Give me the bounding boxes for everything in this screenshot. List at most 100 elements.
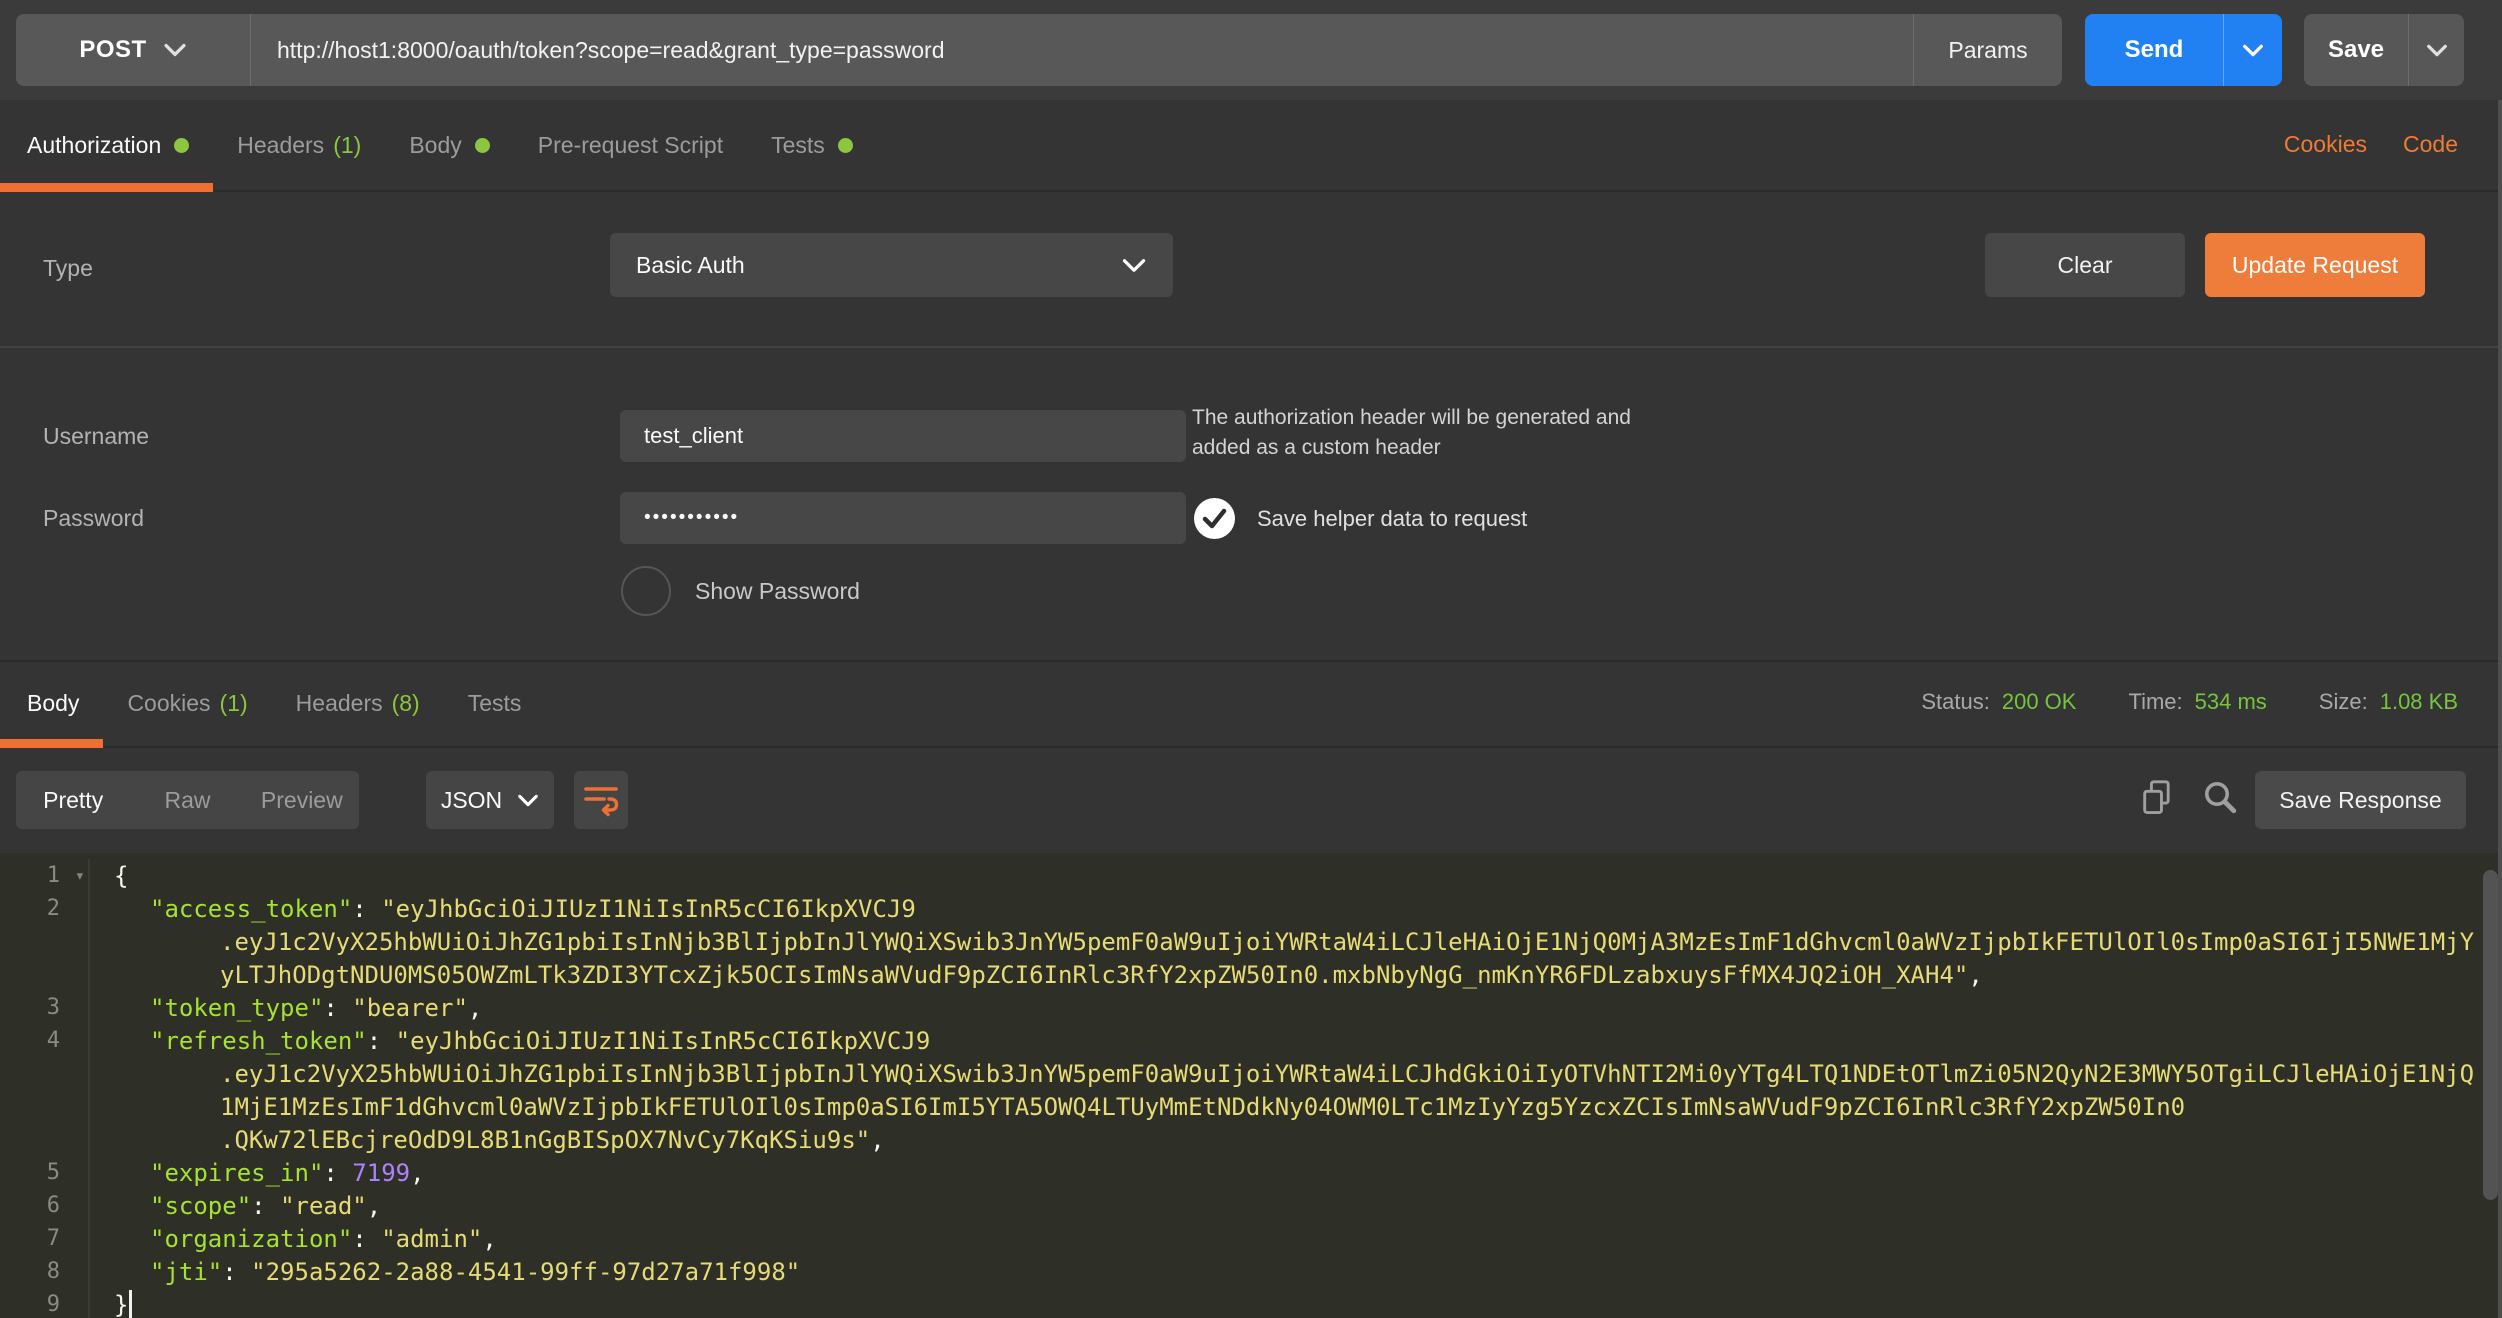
chevron-down-icon	[2426, 44, 2448, 57]
save-response-button[interactable]: Save Response	[2255, 771, 2466, 829]
code-line: 1▾{	[0, 859, 2502, 892]
show-password-toggle[interactable]: Show Password	[621, 566, 860, 616]
tab-count: (1)	[220, 690, 248, 717]
response-tab-headers[interactable]: Headers (8)	[272, 660, 444, 746]
show-password-label: Show Password	[695, 578, 860, 605]
params-button[interactable]: Params	[1913, 14, 2062, 86]
code-line-content: .eyJ1c2VyX25hbWUiOiJhZG1pbiIsInNjb3BlIjp…	[90, 1060, 2474, 1088]
status-label: Status:	[1921, 689, 1989, 715]
chevron-down-icon	[1121, 258, 1173, 273]
code-line-content: {	[90, 862, 128, 890]
code-line-content: "organization": "admin",	[90, 1225, 497, 1253]
checkbox-checked-icon[interactable]	[1194, 498, 1235, 539]
code-line-content: 1MjE1MzEsImF1dGhvcml0aWVzIjpbIkFETUlOIl0…	[90, 1093, 2185, 1121]
code-link[interactable]: Code	[2403, 131, 2458, 158]
tab-status-dot	[838, 138, 853, 153]
copy-response-button[interactable]	[2140, 779, 2174, 817]
view-raw[interactable]: Raw	[130, 771, 244, 829]
save-options-button[interactable]	[2408, 14, 2464, 86]
save-helper-checkbox[interactable]: Save helper data to request	[1194, 498, 1527, 539]
username-field-wrap	[620, 410, 1186, 462]
code-line: 3"token_type": "bearer",	[0, 991, 2502, 1024]
tab-authorization[interactable]: Authorization	[0, 100, 213, 190]
code-line: 8"jti": "295a5262-2a88-4541-99ff-97d27a7…	[0, 1255, 2502, 1288]
save-response-label: Save Response	[2279, 787, 2441, 814]
save-button[interactable]: Save	[2304, 14, 2408, 86]
scrollbar-thumb[interactable]	[2483, 870, 2498, 1200]
language-dropdown[interactable]: JSON	[426, 771, 554, 829]
line-number	[0, 1123, 90, 1156]
response-tab-tests[interactable]: Tests	[444, 660, 546, 746]
send-split-button: Send	[2085, 14, 2282, 86]
auth-helper-text: The authorization header will be generat…	[1192, 403, 1652, 463]
response-tab-cookies[interactable]: Cookies (1)	[103, 660, 271, 746]
code-line-content: .QKw72lEBcjreOdD9L8B1nGgBISpOX7NvCy7KqKS…	[90, 1126, 885, 1154]
update-request-button[interactable]: Update Request	[2205, 233, 2425, 297]
chevron-down-icon	[517, 794, 539, 807]
chevron-down-icon	[2242, 44, 2264, 57]
send-options-button[interactable]	[2223, 14, 2282, 86]
tab-headers[interactable]: Headers (1)	[213, 100, 385, 190]
search-response-button[interactable]	[2202, 779, 2238, 815]
method-label: POST	[79, 36, 146, 64]
code-line: 9}	[0, 1288, 2502, 1318]
code-line: 5"expires_in": 7199,	[0, 1156, 2502, 1189]
auth-type-section: Type Basic Auth Clear Update Request	[0, 190, 2502, 348]
tab-label: Tests	[771, 132, 825, 159]
status-value: 200 OK	[2002, 689, 2077, 715]
method-dropdown[interactable]: POST	[16, 14, 251, 86]
tab-tests[interactable]: Tests	[747, 100, 877, 190]
size-value: 1.08 KB	[2380, 689, 2458, 715]
auth-type-select[interactable]: Basic Auth	[610, 233, 1173, 297]
view-pretty[interactable]: Pretty	[16, 771, 130, 829]
response-status-bar: Status: 200 OK Time: 534 ms Size: 1.08 K…	[1921, 660, 2458, 744]
auth-type-value: Basic Auth	[610, 252, 1121, 279]
url-input[interactable]	[251, 14, 1913, 86]
code-line-content: yLTJhODgtNDU0MS05OWZmLTk3ZDI3YTcxZjk5OCI…	[90, 961, 1983, 989]
tab-label: Authorization	[27, 132, 161, 159]
code-line-content: "token_type": "bearer",	[90, 994, 482, 1022]
clear-button[interactable]: Clear	[1985, 233, 2185, 297]
send-button[interactable]: Send	[2085, 14, 2223, 86]
tab-count: (8)	[392, 690, 420, 717]
code-line: 4"refresh_token": "eyJhbGciOiJIUzI1NiIsI…	[0, 1024, 2502, 1057]
url-bar: POST Params	[16, 14, 2062, 86]
show-password-radio[interactable]	[621, 566, 671, 616]
line-number: 5	[0, 1156, 90, 1189]
code-line-content: "refresh_token": "eyJhbGciOiJIUzI1NiIsIn…	[90, 1027, 930, 1055]
scrollbar-track[interactable]	[2498, 100, 2502, 1318]
response-tab-body[interactable]: Body	[0, 660, 103, 746]
copy-icon	[2140, 779, 2174, 817]
wrap-text-icon	[583, 783, 619, 817]
tab-label: Cookies	[127, 690, 210, 717]
fold-arrow-icon[interactable]: ▾	[75, 866, 85, 886]
size-label: Size:	[2319, 689, 2368, 715]
line-number	[0, 1057, 90, 1090]
response-body-code: 1▾{2"access_token": "eyJhbGciOiJIUzI1NiI…	[0, 853, 2502, 1318]
tab-body[interactable]: Body	[385, 100, 513, 190]
update-request-label: Update Request	[2232, 252, 2398, 279]
username-input[interactable]	[620, 423, 1186, 449]
code-line-content: "access_token": "eyJhbGciOiJIUzI1NiIsInR…	[90, 895, 916, 923]
code-line: .eyJ1c2VyX25hbWUiOiJhZG1pbiIsInNjb3BlIjp…	[0, 1057, 2502, 1090]
tab-label: Headers	[296, 690, 383, 717]
clear-label: Clear	[2058, 252, 2113, 279]
view-preview[interactable]: Preview	[245, 771, 359, 829]
line-number: 2	[0, 892, 90, 925]
response-time: Time: 534 ms	[2128, 689, 2266, 715]
line-number	[0, 1090, 90, 1123]
password-input[interactable]	[620, 507, 1186, 529]
request-links: Cookies Code	[2284, 100, 2458, 188]
password-label: Password	[43, 492, 144, 545]
code-line-content: }	[90, 1290, 132, 1318]
tab-label: Body	[27, 690, 79, 717]
language-value: JSON	[441, 787, 502, 814]
code-line: 2"access_token": "eyJhbGciOiJIUzI1NiIsIn…	[0, 892, 2502, 925]
code-line: 1MjE1MzEsImF1dGhvcml0aWVzIjpbIkFETUlOIl0…	[0, 1090, 2502, 1123]
cookies-link[interactable]: Cookies	[2284, 131, 2367, 158]
code-line-content: .eyJ1c2VyX25hbWUiOiJhZG1pbiIsInNjb3BlIjp…	[90, 928, 2474, 956]
time-value: 534 ms	[2195, 689, 2267, 715]
wrap-text-button[interactable]	[574, 771, 628, 829]
tab-pre-request-script[interactable]: Pre-request Script	[514, 100, 747, 190]
line-number: 3	[0, 991, 90, 1024]
